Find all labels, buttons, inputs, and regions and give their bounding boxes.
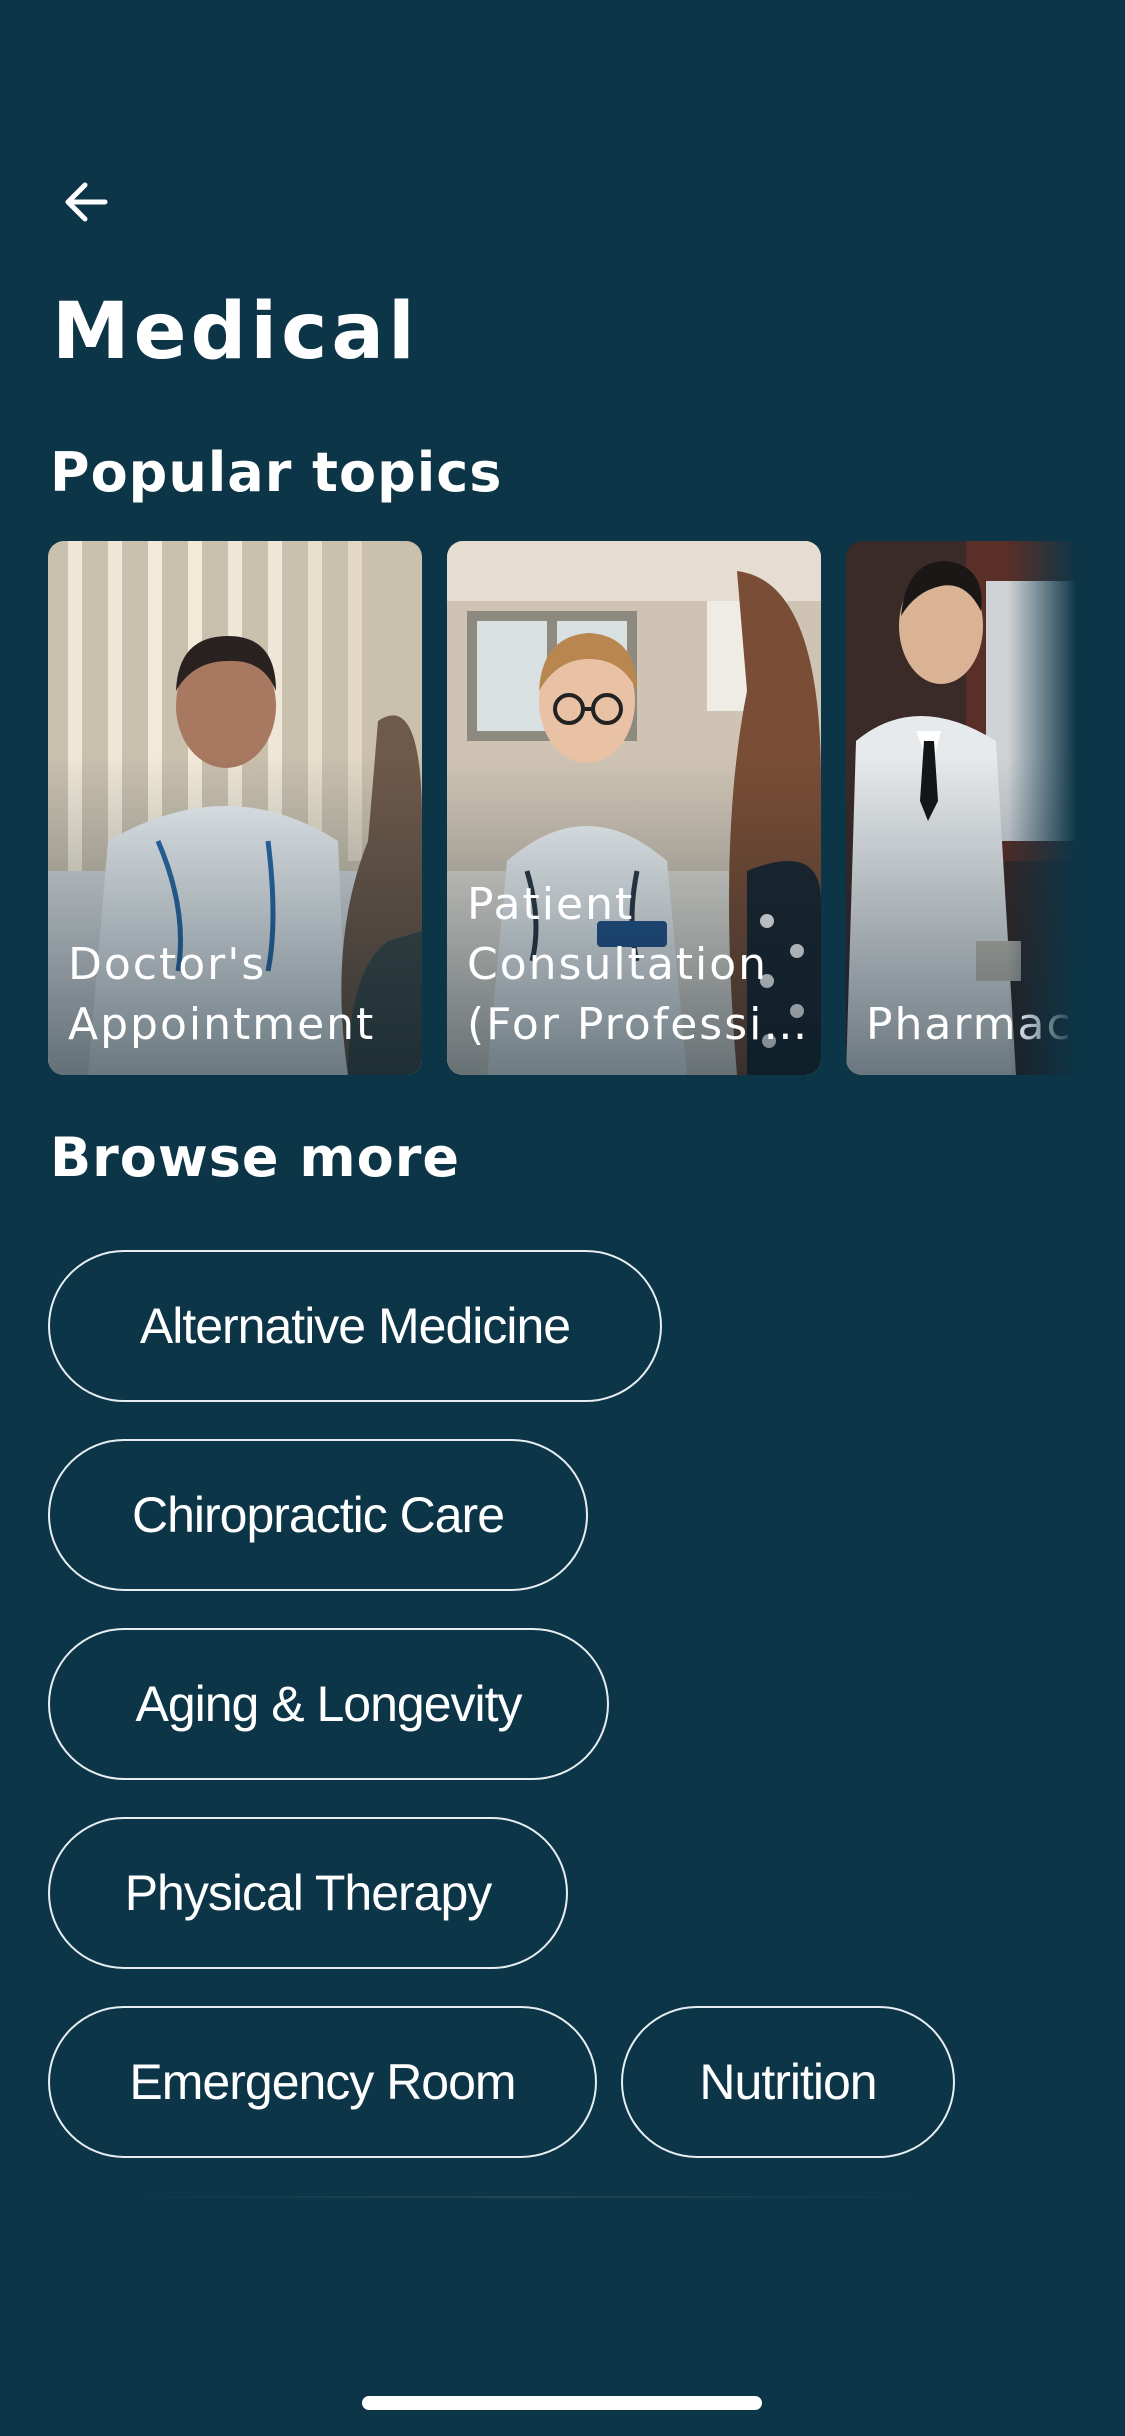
chip-alternative-medicine[interactable]: Alternative Medicine [48, 1250, 662, 1402]
topic-card-patient-consultation[interactable]: Patient Consultation (For Professio... [447, 541, 821, 1075]
topic-card-label: Patient Consultation (For Professio... [467, 879, 815, 1050]
browse-more-heading: Browse more [50, 1126, 460, 1189]
arrow-left-icon [61, 177, 111, 231]
chip-nutrition[interactable]: Nutrition [621, 2006, 955, 2158]
topic-card-label: Doctor's Appointment [68, 939, 376, 1050]
topic-card-doctors-appointment[interactable]: Doctor's Appointment [48, 541, 422, 1075]
chip-physical-therapy[interactable]: Physical Therapy [48, 1817, 568, 1969]
topic-card-label: Pharmac [866, 999, 1073, 1050]
topic-card-pharmacy[interactable]: Pharmac [846, 541, 1077, 1075]
home-indicator[interactable] [362, 2396, 762, 2410]
page-title: Medical [52, 287, 419, 377]
popular-topics-carousel[interactable]: Doctor's Appointment Patient Consultatio… [48, 541, 1077, 1075]
chip-chiropractic-care[interactable]: Chiropractic Care [48, 1439, 588, 1591]
chip-aging-longevity[interactable]: Aging & Longevity [48, 1628, 609, 1780]
popular-topics-heading: Popular topics [50, 441, 503, 504]
divider [110, 2196, 940, 2198]
chip-emergency-room[interactable]: Emergency Room [48, 2006, 597, 2158]
back-button[interactable] [50, 168, 122, 240]
